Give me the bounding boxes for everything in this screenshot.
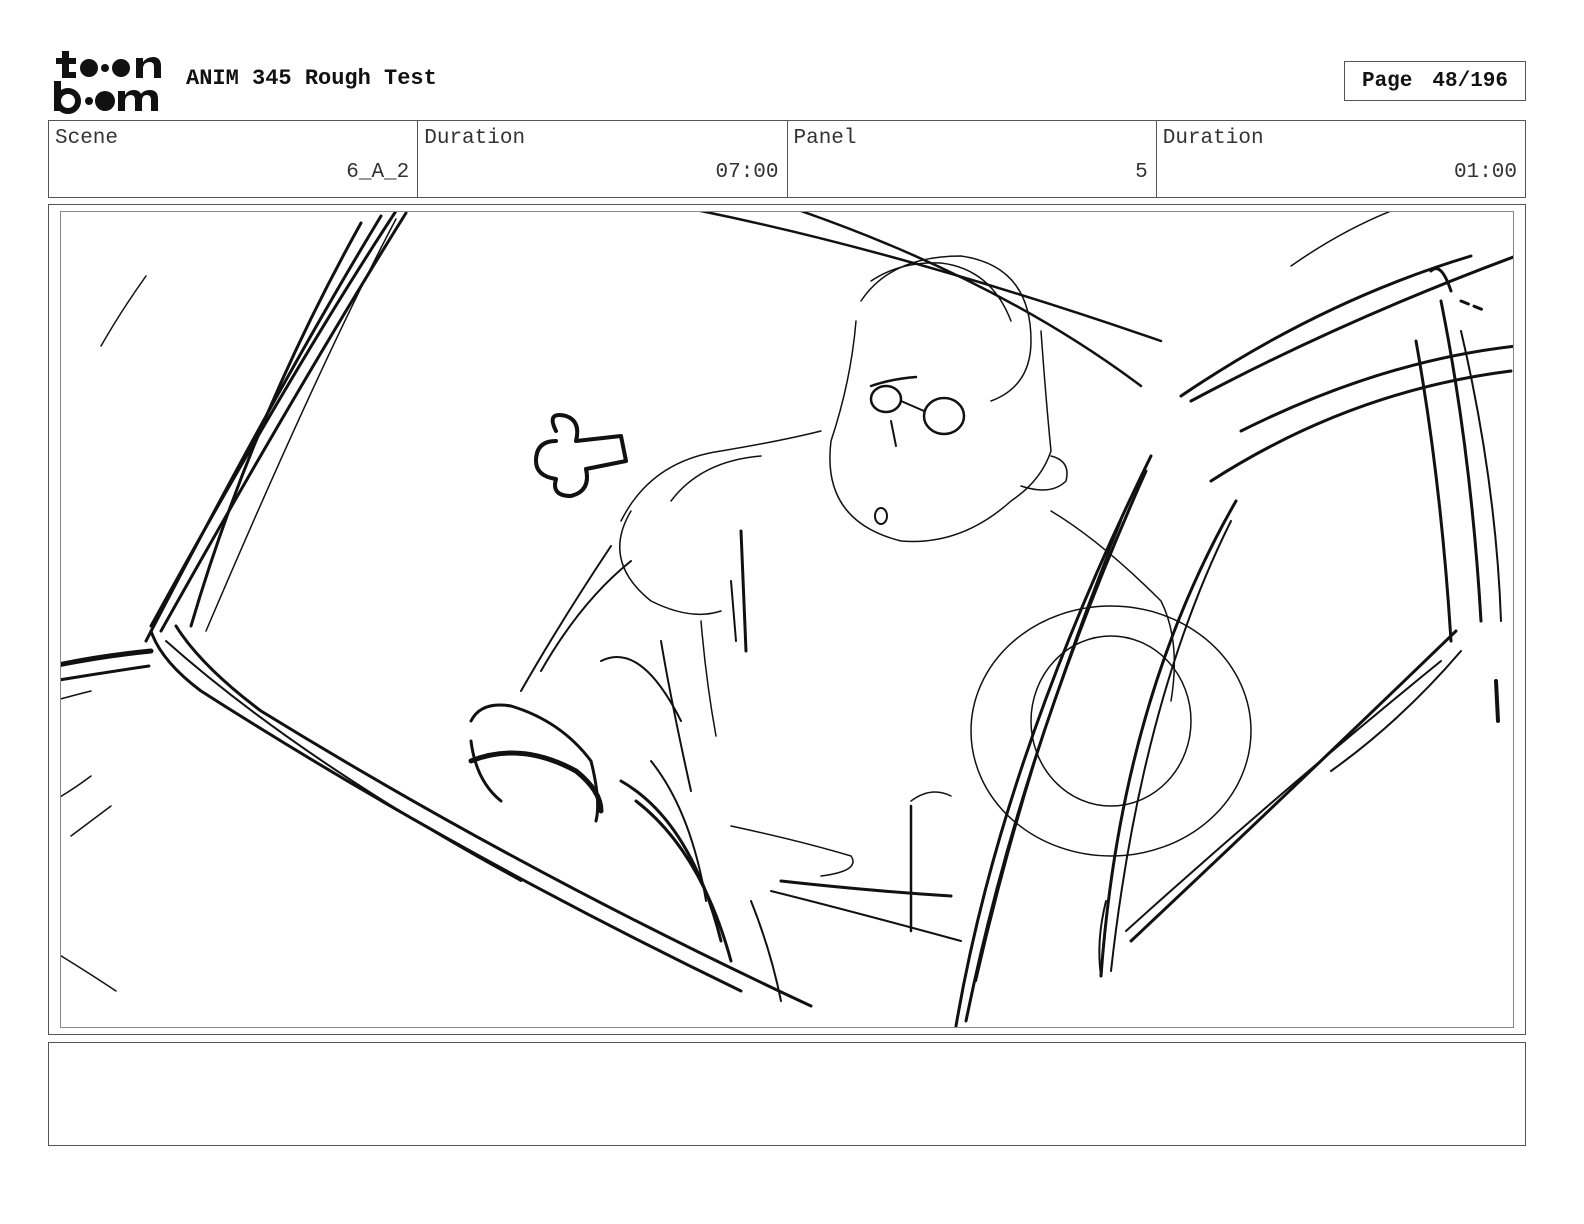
scene-duration-label: Duration: [424, 127, 526, 150]
storyboard-panel-image: [60, 211, 1514, 1028]
door-frame-strokes: [954, 454, 1238, 1027]
dashboard-strokes: [61, 624, 813, 1008]
toon-boom-logo: [52, 48, 164, 114]
panel-duration-cell: Duration 01:00: [1157, 121, 1525, 197]
panel-info-row: Scene 6_A_2 Duration 07:00 Panel 5 Durat…: [48, 120, 1526, 198]
scene-duration-value: 07:00: [715, 161, 779, 184]
panel-notes-box: [48, 1042, 1526, 1146]
scene-value: 6_A_2: [346, 161, 410, 184]
scene-label: Scene: [55, 127, 119, 150]
panel-duration-label: Duration: [1162, 127, 1264, 150]
panel-label: Panel: [793, 127, 857, 150]
rough-sketch-drawing: [61, 212, 1513, 1027]
character-body: [619, 430, 962, 942]
page-number: 48/196: [1432, 69, 1509, 93]
panel-cell: Panel 5: [788, 121, 1157, 197]
panel-duration-value: 01:00: [1453, 161, 1517, 184]
page-label: Page: [1361, 69, 1413, 93]
left-pillar-strokes: [144, 212, 408, 643]
scene-cell: Scene 6_A_2: [49, 121, 419, 197]
project-title: ANIM 345 Rough Test: [186, 66, 437, 91]
round-shape-strokes: [970, 510, 1252, 857]
page-indicator: Page 48/196: [1344, 61, 1526, 101]
roof-strokes: [100, 212, 1391, 388]
panel-value: 5: [1135, 161, 1148, 184]
scene-duration-cell: Duration 07:00: [418, 121, 788, 197]
flying-object: [534, 413, 628, 498]
